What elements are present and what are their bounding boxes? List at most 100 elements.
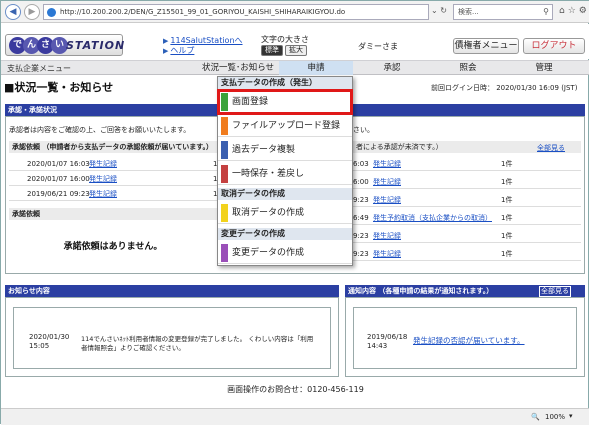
row-date: 2020/01/07 16:00 [27,175,90,183]
dropdown-section-cancel: 取消データの作成 [218,188,352,200]
row-link[interactable]: 発生記録 [373,157,401,171]
alerts-header-text: 通知内容 （各種申請の結果が通知されます。） [348,287,494,295]
table-row: 2019/06/21 09:23 発生記録 1 [9,187,217,201]
font-large-button[interactable]: 拡大 [285,45,307,56]
no-consent-message: 承諾依頼はありません。 [63,242,163,252]
row-count: 1件 [501,214,513,222]
search-input[interactable]: 検索... ⚲ [453,4,553,20]
menu-status-notices[interactable]: 状況一覧･お知らせ [199,61,277,75]
footer-contact: 画面操作のお問合せ：0120-456-119 [227,385,364,394]
notice-text: 者情報照会」よりご確認ください。 [81,344,185,352]
yellow-bar-icon [221,204,228,222]
menu-approval[interactable]: 承認 [355,61,429,75]
alert-date: 2019/06/18 [367,333,408,341]
help-link[interactable]: ヘルプ [170,46,194,55]
row-link[interactable]: 発生記録 [89,172,117,186]
logo-station-text: STATION [66,39,126,52]
notice-time: 15:05 [29,342,50,350]
user-name: ダミーさま [358,42,398,51]
creditor-menu-button[interactable]: 債権者メニュー [453,38,519,54]
approval-intro-right: さい。 [353,126,374,134]
row-link[interactable]: 発生記録 [89,187,117,201]
zoom-icon[interactable]: 🔍 [531,413,540,421]
back-arrow-icon[interactable]: ◀ [5,4,21,20]
row-count: 1件 [501,160,513,168]
alert-link[interactable]: 発生記録の否認が届いています。 [413,335,525,346]
row-date: 2020/01/07 16:03 [27,160,90,168]
font-size-label: 文字の大きさ [261,35,309,44]
row-link[interactable]: 発生記録 [89,157,117,171]
font-standard-button[interactable]: 標準 [261,45,283,56]
row-date: 9:23 [353,250,369,258]
menu-item-copy-past[interactable]: 過去データ複製 [218,139,352,161]
zoom-level[interactable]: 100% [545,413,565,421]
page-title: ■状況一覧・お知らせ [4,81,114,94]
row-date: 2019/06/21 09:23 [27,190,90,198]
menu-item-label: 取消データの作成 [232,208,305,218]
table-row: 6:03 発生記録 1件 [353,157,581,171]
row-date: 6:03 [353,160,369,168]
row-date: 6:49 [353,214,369,222]
forward-arrow-icon[interactable]: ▶ [24,4,40,20]
salut-station-link[interactable]: 114SalutStationへ [170,36,242,45]
approval-request-subheader: 承認依頼 （申請者から支払データの承認依頼が届いています。） [9,141,217,153]
alerts-see-all-button[interactable]: 全部見る [539,286,571,297]
densai-station-logo[interactable]: で ん さ い STATION [5,34,126,56]
menu-item-change-data[interactable]: 変更データの作成 [218,242,352,264]
table-row: 6:00 発生記録 1件 [353,175,581,189]
menu-item-label: 一時保存・差戻し [232,169,305,179]
purple-bar-icon [221,244,228,262]
last-login: 前回ログイン日時： 2020/01/30 16:09 (JST) [431,84,578,92]
menu-item-label: ファイルアップロード登録 [232,121,341,131]
menu-item-label: 変更データの作成 [232,248,305,258]
table-row: 2020/01/07 16:03 発生記録 1 [9,157,217,171]
table-row: 9:23 発生記録 1件 [353,247,581,261]
toolbar-icons[interactable]: ⌂☆⚙ [559,6,589,16]
highlight-box [217,89,353,115]
logout-button[interactable]: ログアウト [523,38,585,54]
dropdown-section-change: 変更データの作成 [218,228,352,240]
row-date: 9:23 [353,232,369,240]
row-count: 1件 [501,250,513,258]
main-menu-bar: 支払企業メニュー 状況一覧･お知らせ 申請 承認 照会 管理 [1,60,589,75]
table-row: 6:49 発生予約取消（支払企業からの取消） 1件 [353,211,581,225]
row-count: 1件 [501,196,513,204]
row-link[interactable]: 発生記録 [373,175,401,189]
arrow-right-icon: ▶ [163,47,169,55]
red-bar-icon [221,165,228,183]
url-text: http://10.200.200.2/DEN/G_Z15501_99_01_G… [60,8,346,16]
menu-item-file-upload[interactable]: ファイルアップロード登録 [218,115,352,137]
menu-item-cancel-data[interactable]: 取消データの作成 [218,202,352,224]
search-icon[interactable]: ⚲ [543,5,549,19]
pending-subheader-text: 者による承認が未済です。） [356,143,443,151]
row-link[interactable]: 発生予約取消（支払企業からの取消） [373,211,492,225]
consent-request-subheader: 承諾依頼 [9,208,217,220]
arrow-right-icon: ▶ [163,37,169,45]
row-date: 9:23 [353,196,369,204]
notice-date: 2020/01/30 [29,333,70,341]
header-links: ▶ 114SalutStationへ ▶ ヘルプ [163,36,243,56]
table-row: 9:23 発生記録 1件 [353,193,581,207]
notices-panel-header: お知らせ内容 [5,285,339,297]
row-link[interactable]: 発生記録 [373,247,401,261]
ie-page-icon [47,8,56,17]
menu-section-label: 支払企業メニュー [7,64,71,73]
table-row: 2020/01/07 16:00 発生記録 1 [9,172,217,186]
zoom-dropdown-icon[interactable]: ▾ [569,412,573,420]
refresh-icon[interactable]: ⌄ ↻ [431,6,447,15]
see-all-link[interactable]: 全部見る [537,143,565,153]
blue-bar-icon [221,141,228,159]
site-header: で ん さ い STATION ▶ 114SalutStationへ ▶ ヘルプ 文… [1,24,589,59]
menu-management[interactable]: 管理 [507,61,581,75]
dropdown-section-issue: 支払データの作成（発生） [218,77,352,89]
menu-application[interactable]: 申請 [279,61,353,75]
menu-item-label: 過去データ複製 [232,145,296,155]
search-placeholder: 検索... [458,8,479,16]
menu-inquiry[interactable]: 照会 [431,61,505,75]
menu-item-temp-save[interactable]: 一時保存・差戻し [218,163,352,185]
address-bar[interactable]: http://10.200.200.2/DEN/G_Z15501_99_01_G… [43,4,429,20]
browser-window: ◀ ▶ http://10.200.200.2/DEN/G_Z15501_99_… [0,0,589,425]
row-link[interactable]: 発生記録 [373,193,401,207]
approval-intro: 承認者は内容をご確認の上、ご回答をお願いいたします。 [9,126,191,134]
row-link[interactable]: 発生記録 [373,229,401,243]
